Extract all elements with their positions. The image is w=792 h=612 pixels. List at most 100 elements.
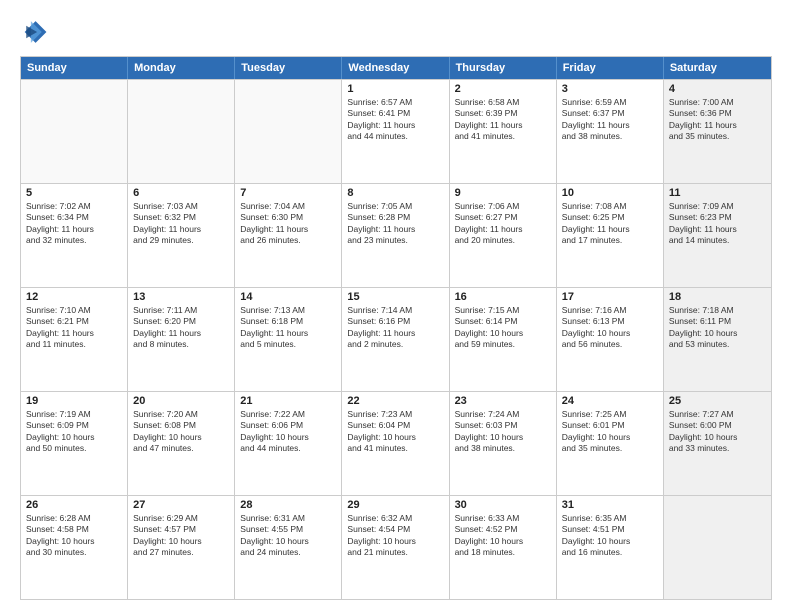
day-cell-25: 25 Sunrise: 7:27 AM Sunset: 6:00 PM Dayli… — [664, 392, 771, 495]
day-cell-30: 30Sunrise: 6:33 AM Sunset: 4:52 PM Dayli… — [450, 496, 557, 599]
day-number: 15 — [347, 291, 443, 303]
day-number: 4 — [669, 83, 766, 95]
day-number: 10 — [562, 187, 658, 199]
logo-icon — [20, 18, 48, 46]
header — [20, 18, 772, 46]
day-info: Sunrise: 7:04 AM Sunset: 6:30 PM Dayligh… — [240, 201, 336, 247]
day-info: Sunrise: 7:23 AM Sunset: 6:04 PM Dayligh… — [347, 409, 443, 455]
weekday-header-saturday: Saturday — [664, 57, 771, 79]
day-info: Sunrise: 7:14 AM Sunset: 6:16 PM Dayligh… — [347, 305, 443, 351]
page: SundayMondayTuesdayWednesdayThursdayFrid… — [0, 0, 792, 612]
weekday-header-thursday: Thursday — [450, 57, 557, 79]
calendar: SundayMondayTuesdayWednesdayThursdayFrid… — [20, 56, 772, 600]
day-info: Sunrise: 7:15 AM Sunset: 6:14 PM Dayligh… — [455, 305, 551, 351]
empty-cell-0-0 — [21, 80, 128, 183]
day-cell-9: 9 Sunrise: 7:06 AM Sunset: 6:27 PM Daylig… — [450, 184, 557, 287]
day-info: Sunrise: 7:27 AM Sunset: 6:00 PM Dayligh… — [669, 409, 766, 455]
weekday-header-sunday: Sunday — [21, 57, 128, 79]
day-info: Sunrise: 7:19 AM Sunset: 6:09 PM Dayligh… — [26, 409, 122, 455]
calendar-row-4: 26 Sunrise: 6:28 AM Sunset: 4:58 PM Dayli… — [21, 495, 771, 599]
calendar-row-3: 19 Sunrise: 7:19 AM Sunset: 6:09 PM Dayli… — [21, 391, 771, 495]
day-number: 25 — [669, 395, 766, 407]
day-number: 5 — [26, 187, 122, 199]
day-info: Sunrise: 6:57 AM Sunset: 6:41 PM Dayligh… — [347, 97, 443, 143]
day-cell-3: 3Sunrise: 6:59 AM Sunset: 6:37 PM Daylig… — [557, 80, 664, 183]
day-number: 14 — [240, 291, 336, 303]
day-cell-13: 13 Sunrise: 7:11 AM Sunset: 6:20 PM Dayli… — [128, 288, 235, 391]
day-cell-20: 20 Sunrise: 7:20 AM Sunset: 6:08 PM Dayli… — [128, 392, 235, 495]
weekday-header-friday: Friday — [557, 57, 664, 79]
day-cell-14: 14 Sunrise: 7:13 AM Sunset: 6:18 PM Dayli… — [235, 288, 342, 391]
day-cell-1: 1Sunrise: 6:57 AM Sunset: 6:41 PM Daylig… — [342, 80, 449, 183]
day-cell-24: 24 Sunrise: 7:25 AM Sunset: 6:01 PM Dayli… — [557, 392, 664, 495]
day-cell-22: 22 Sunrise: 7:23 AM Sunset: 6:04 PM Dayli… — [342, 392, 449, 495]
day-number: 23 — [455, 395, 551, 407]
day-number: 9 — [455, 187, 551, 199]
empty-cell-0-2 — [235, 80, 342, 183]
day-cell-29: 29 Sunrise: 6:32 AM Sunset: 4:54 PM Dayli… — [342, 496, 449, 599]
day-info: Sunrise: 7:18 AM Sunset: 6:11 PM Dayligh… — [669, 305, 766, 351]
day-number: 6 — [133, 187, 229, 199]
day-number: 16 — [455, 291, 551, 303]
day-number: 13 — [133, 291, 229, 303]
weekday-header-monday: Monday — [128, 57, 235, 79]
day-cell-17: 17Sunrise: 7:16 AM Sunset: 6:13 PM Dayli… — [557, 288, 664, 391]
day-cell-19: 19 Sunrise: 7:19 AM Sunset: 6:09 PM Dayli… — [21, 392, 128, 495]
day-info: Sunrise: 7:24 AM Sunset: 6:03 PM Dayligh… — [455, 409, 551, 455]
day-info: Sunrise: 6:59 AM Sunset: 6:37 PM Dayligh… — [562, 97, 658, 143]
day-number: 21 — [240, 395, 336, 407]
day-info: Sunrise: 7:11 AM Sunset: 6:20 PM Dayligh… — [133, 305, 229, 351]
day-cell-31: 31 Sunrise: 6:35 AM Sunset: 4:51 PM Dayli… — [557, 496, 664, 599]
day-cell-26: 26 Sunrise: 6:28 AM Sunset: 4:58 PM Dayli… — [21, 496, 128, 599]
day-info: Sunrise: 7:13 AM Sunset: 6:18 PM Dayligh… — [240, 305, 336, 351]
day-info: Sunrise: 6:28 AM Sunset: 4:58 PM Dayligh… — [26, 513, 122, 559]
day-cell-16: 16 Sunrise: 7:15 AM Sunset: 6:14 PM Dayli… — [450, 288, 557, 391]
logo — [20, 18, 50, 46]
day-number: 28 — [240, 499, 336, 511]
day-info: Sunrise: 6:31 AM Sunset: 4:55 PM Dayligh… — [240, 513, 336, 559]
day-number: 20 — [133, 395, 229, 407]
day-number: 31 — [562, 499, 658, 511]
day-info: Sunrise: 6:32 AM Sunset: 4:54 PM Dayligh… — [347, 513, 443, 559]
day-info: Sunrise: 7:10 AM Sunset: 6:21 PM Dayligh… — [26, 305, 122, 351]
day-number: 19 — [26, 395, 122, 407]
day-number: 7 — [240, 187, 336, 199]
day-info: Sunrise: 7:02 AM Sunset: 6:34 PM Dayligh… — [26, 201, 122, 247]
day-cell-18: 18Sunrise: 7:18 AM Sunset: 6:11 PM Dayli… — [664, 288, 771, 391]
day-cell-11: 11 Sunrise: 7:09 AM Sunset: 6:23 PM Dayli… — [664, 184, 771, 287]
day-info: Sunrise: 7:06 AM Sunset: 6:27 PM Dayligh… — [455, 201, 551, 247]
day-number: 2 — [455, 83, 551, 95]
day-number: 11 — [669, 187, 766, 199]
day-info: Sunrise: 7:22 AM Sunset: 6:06 PM Dayligh… — [240, 409, 336, 455]
day-info: Sunrise: 7:03 AM Sunset: 6:32 PM Dayligh… — [133, 201, 229, 247]
day-info: Sunrise: 6:58 AM Sunset: 6:39 PM Dayligh… — [455, 97, 551, 143]
calendar-row-1: 5 Sunrise: 7:02 AM Sunset: 6:34 PM Daylig… — [21, 183, 771, 287]
day-cell-8: 8Sunrise: 7:05 AM Sunset: 6:28 PM Daylig… — [342, 184, 449, 287]
day-cell-15: 15 Sunrise: 7:14 AM Sunset: 6:16 PM Dayli… — [342, 288, 449, 391]
calendar-row-0: 1Sunrise: 6:57 AM Sunset: 6:41 PM Daylig… — [21, 79, 771, 183]
day-info: Sunrise: 7:25 AM Sunset: 6:01 PM Dayligh… — [562, 409, 658, 455]
day-number: 26 — [26, 499, 122, 511]
calendar-row-2: 12Sunrise: 7:10 AM Sunset: 6:21 PM Dayli… — [21, 287, 771, 391]
day-info: Sunrise: 7:09 AM Sunset: 6:23 PM Dayligh… — [669, 201, 766, 247]
weekday-header-wednesday: Wednesday — [342, 57, 449, 79]
day-number: 24 — [562, 395, 658, 407]
day-info: Sunrise: 6:33 AM Sunset: 4:52 PM Dayligh… — [455, 513, 551, 559]
day-cell-28: 28 Sunrise: 6:31 AM Sunset: 4:55 PM Dayli… — [235, 496, 342, 599]
day-cell-7: 7 Sunrise: 7:04 AM Sunset: 6:30 PM Daylig… — [235, 184, 342, 287]
day-info: Sunrise: 6:29 AM Sunset: 4:57 PM Dayligh… — [133, 513, 229, 559]
day-info: Sunrise: 7:20 AM Sunset: 6:08 PM Dayligh… — [133, 409, 229, 455]
day-cell-10: 10Sunrise: 7:08 AM Sunset: 6:25 PM Dayli… — [557, 184, 664, 287]
day-info: Sunrise: 7:00 AM Sunset: 6:36 PM Dayligh… — [669, 97, 766, 143]
day-cell-6: 6 Sunrise: 7:03 AM Sunset: 6:32 PM Daylig… — [128, 184, 235, 287]
day-number: 22 — [347, 395, 443, 407]
empty-cell-0-1 — [128, 80, 235, 183]
day-number: 17 — [562, 291, 658, 303]
day-number: 29 — [347, 499, 443, 511]
day-number: 27 — [133, 499, 229, 511]
day-cell-21: 21 Sunrise: 7:22 AM Sunset: 6:06 PM Dayli… — [235, 392, 342, 495]
day-info: Sunrise: 6:35 AM Sunset: 4:51 PM Dayligh… — [562, 513, 658, 559]
day-cell-12: 12Sunrise: 7:10 AM Sunset: 6:21 PM Dayli… — [21, 288, 128, 391]
calendar-header: SundayMondayTuesdayWednesdayThursdayFrid… — [21, 57, 771, 79]
weekday-header-tuesday: Tuesday — [235, 57, 342, 79]
